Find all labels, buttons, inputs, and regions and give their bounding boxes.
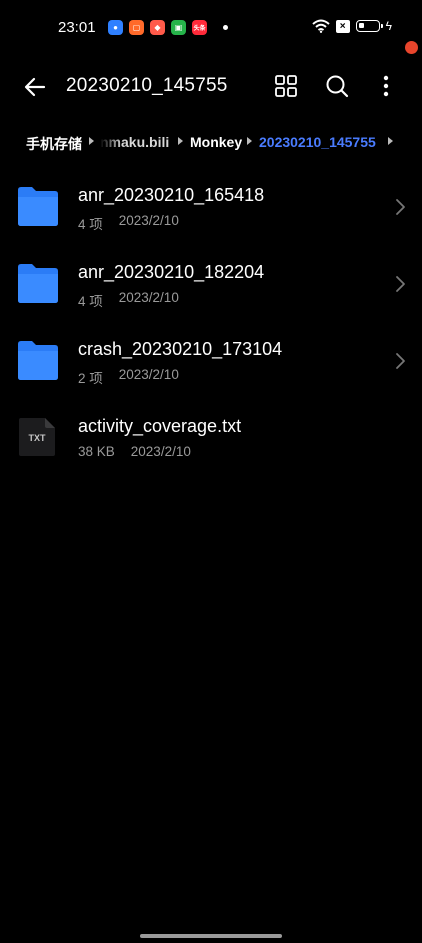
txt-file-icon: TXT — [19, 418, 55, 456]
status-bar: 23:01 ● ▢ ◆ ▣ 头条 × ϟ — [0, 0, 422, 56]
item-count: 4 项 — [78, 217, 103, 232]
battery-icon — [355, 20, 383, 32]
txt-badge: TXT — [29, 433, 47, 443]
app-blue-icon: ● — [108, 20, 123, 35]
breadcrumb-separator-icon — [178, 137, 183, 145]
modified-date: 2023/2/10 — [118, 290, 179, 305]
app-orange-icon: ▢ — [129, 20, 144, 35]
modified-date: 2023/2/10 — [118, 213, 179, 228]
breadcrumb-item-danmaku[interactable]: nmaku.bili — [100, 134, 169, 150]
file-meta: 2 项 2023/2/10 — [78, 367, 179, 387]
folder-icon — [18, 341, 58, 380]
breadcrumb-separator-icon — [247, 137, 252, 145]
breadcrumb-item-current[interactable]: 20230210_145755 — [259, 134, 376, 150]
back-arrow-icon[interactable] — [20, 72, 50, 102]
status-time: 23:01 — [58, 19, 96, 36]
app-red-icon: 头条 — [192, 20, 207, 35]
list-item[interactable]: crash_20230210_173104 2 项 2023/2/10 — [0, 322, 422, 399]
page-title: 20230210_145755 — [66, 75, 228, 96]
breadcrumb-separator-icon — [89, 137, 94, 145]
app-salmon-icon: ◆ — [150, 20, 165, 35]
recording-indicator-icon — [405, 41, 418, 54]
item-count: 4 项 — [78, 294, 103, 309]
more-notifications-dot-icon — [223, 25, 228, 30]
search-icon[interactable] — [324, 73, 350, 99]
file-meta: 38 KB 2023/2/10 — [78, 444, 191, 459]
more-options-icon[interactable] — [378, 73, 394, 99]
modified-date: 2023/2/10 — [118, 367, 179, 382]
file-size: 38 KB — [78, 444, 115, 459]
charging-icon: ϟ — [385, 19, 392, 33]
folder-icon — [18, 264, 58, 303]
file-name: activity_coverage.txt — [78, 416, 242, 436]
home-indicator[interactable] — [140, 934, 282, 938]
breadcrumb-separator-icon — [388, 137, 393, 145]
file-meta: 4 项 2023/2/10 — [78, 290, 179, 310]
notification-icons: ● ▢ ◆ ▣ 头条 — [108, 20, 228, 35]
folder-icon — [18, 187, 58, 226]
list-item[interactable]: anr_20230210_165418 4 项 2023/2/10 — [0, 168, 422, 245]
modified-date: 2023/2/10 — [130, 444, 191, 459]
app-green-icon: ▣ — [171, 20, 186, 35]
system-icons: × ϟ — [311, 19, 392, 33]
breadcrumb-item-monkey[interactable]: Monkey — [190, 134, 242, 150]
chevron-right-icon — [396, 353, 405, 369]
file-name: crash_20230210_173104 — [78, 339, 283, 359]
list-item[interactable]: anr_20230210_182204 4 项 2023/2/10 — [0, 245, 422, 322]
file-meta: 4 项 2023/2/10 — [78, 213, 179, 233]
toolbar: 20230210_145755 — [0, 62, 422, 110]
breadcrumb-item-phone-storage[interactable]: 手机存储 — [26, 134, 82, 154]
chevron-right-icon — [396, 199, 405, 215]
grid-view-icon[interactable] — [273, 73, 299, 99]
file-name: anr_20230210_165418 — [78, 185, 265, 205]
file-name: anr_20230210_182204 — [78, 262, 265, 282]
wifi-icon — [311, 19, 330, 33]
no-sim-icon: × — [335, 19, 350, 33]
chevron-right-icon — [396, 276, 405, 292]
item-count: 2 项 — [78, 371, 103, 386]
breadcrumb: 手机存储 nmaku.bili Monkey 20230210_145755 — [0, 128, 422, 156]
list-item[interactable]: TXT activity_coverage.txt 38 KB 2023/2/1… — [0, 399, 422, 476]
